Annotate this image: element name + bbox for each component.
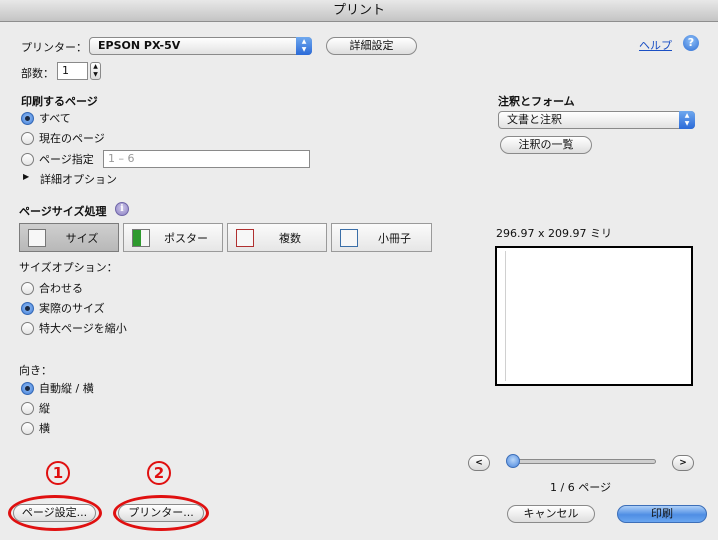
multiple-pages-icon	[236, 228, 254, 247]
page-indicator: 1 / 6 ページ	[550, 481, 611, 494]
annotations-summary-button[interactable]: 注釈の一覧	[500, 136, 592, 154]
page-slider-track[interactable]	[508, 459, 656, 464]
help-link[interactable]: ヘルプ	[639, 37, 672, 53]
highlight-ring-one	[8, 495, 102, 531]
mode-size-button[interactable]: サイズ	[19, 223, 119, 252]
booklet-icon	[340, 228, 358, 247]
print-button[interactable]: 印刷	[617, 505, 707, 523]
page-preview	[495, 246, 693, 386]
size-options-label: サイズオプション：	[19, 261, 118, 274]
size-shrink-radio[interactable]: 特大ページを縮小	[21, 320, 127, 336]
pages-range-radio[interactable]: ページ指定	[21, 151, 94, 167]
annotations-heading: 注釈とフォーム	[498, 95, 575, 108]
help-icon[interactable]: ?	[683, 35, 699, 51]
preview-dimensions: 296.97 x 209.97 ミリ	[496, 227, 612, 240]
cancel-button[interactable]: キャンセル	[507, 505, 595, 523]
printer-select[interactable]: EPSON PX-5V ▲ ▼	[89, 37, 312, 55]
orientation-landscape-radio[interactable]: 横	[21, 420, 50, 436]
size-actual-radio[interactable]: 実際のサイズ	[21, 300, 105, 316]
pages-current-radio[interactable]: 現在のページ	[21, 130, 105, 146]
orientation-auto-radio[interactable]: 自動縦 / 横	[21, 380, 94, 396]
popup-arrows-icon: ▲ ▼	[679, 111, 695, 129]
copies-stepper[interactable]: ▲ ▼	[90, 62, 101, 80]
copies-label: 部数：	[21, 67, 54, 80]
printer-label: プリンター：	[21, 41, 87, 54]
size-fit-radio[interactable]: 合わせる	[21, 280, 83, 296]
highlight-ring-two	[113, 495, 209, 531]
mode-booklet-button[interactable]: 小冊子	[331, 223, 432, 252]
marker-two: 2	[147, 461, 171, 485]
advanced-options-label[interactable]: 詳細オプション	[40, 171, 117, 187]
marker-one: 1	[46, 461, 70, 485]
prev-page-button[interactable]: <	[468, 455, 490, 471]
orientation-portrait-radio[interactable]: 縦	[21, 400, 50, 416]
pages-all-radio[interactable]: すべて	[21, 110, 71, 126]
disclosure-triangle-icon[interactable]: ▶	[23, 172, 29, 181]
mode-multiple-button[interactable]: 複数	[227, 223, 327, 252]
page-slider-knob[interactable]	[506, 454, 520, 468]
preview-page	[505, 251, 689, 381]
popup-arrows-icon: ▲ ▼	[296, 37, 312, 55]
pages-heading: 印刷するページ	[21, 95, 98, 108]
next-page-button[interactable]: >	[672, 455, 694, 471]
poster-icon	[132, 228, 150, 247]
page-range-input[interactable]: 1 – 6	[103, 150, 310, 168]
page-size-heading: ページサイズ処理	[19, 205, 107, 218]
info-icon[interactable]: i	[115, 202, 129, 216]
mode-poster-button[interactable]: ポスター	[123, 223, 223, 252]
annotations-select[interactable]: 文書と注釈 ▲ ▼	[498, 111, 695, 129]
orientation-label: 向き：	[19, 364, 52, 377]
copies-field[interactable]: 1	[57, 62, 88, 80]
window-title: プリント	[0, 0, 718, 22]
fit-size-icon	[28, 228, 46, 247]
printer-details-button[interactable]: 詳細設定	[326, 37, 417, 55]
printer-value: EPSON PX-5V	[98, 39, 181, 52]
